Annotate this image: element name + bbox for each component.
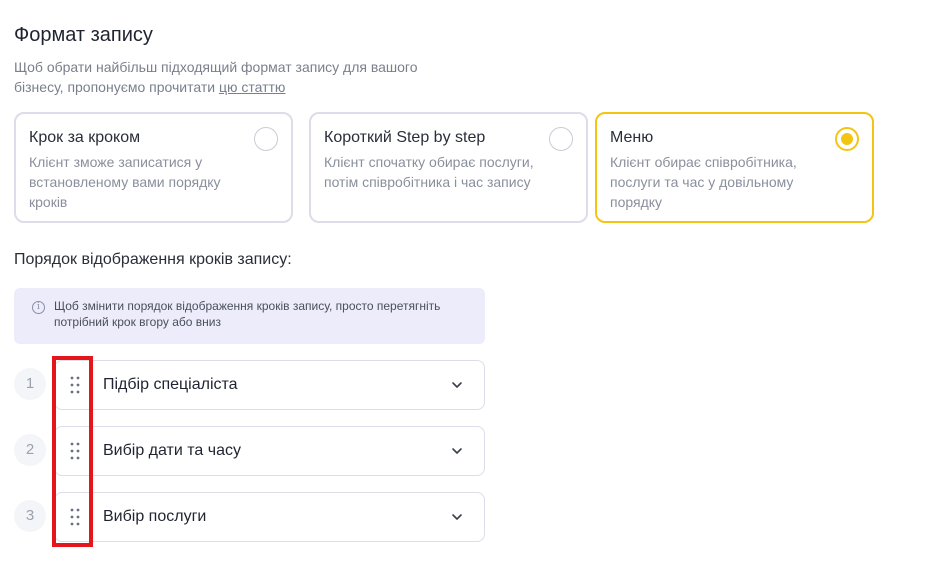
format-option-menu[interactable]: Меню Клієнт обирає співробітника, послуг…	[595, 112, 874, 223]
chevron-down-icon[interactable]	[450, 510, 464, 524]
option-description: Клієнт зможе записатися у встановленому …	[29, 154, 221, 210]
format-option-step-by-step[interactable]: Крок за кроком Клієнт зможе записатися у…	[14, 112, 293, 223]
option-radio-selected[interactable]	[835, 127, 859, 151]
subtitle-text: Щоб обрати найбільш підходящий формат за…	[14, 59, 418, 95]
chevron-down-icon[interactable]	[450, 378, 464, 392]
option-title: Меню	[610, 129, 654, 146]
option-description: Клієнт обирає співробітника, послуги та …	[610, 154, 797, 210]
option-radio[interactable]	[254, 127, 278, 151]
step-row-specialist[interactable]: Підбір спеціаліста	[54, 360, 485, 410]
step-label: Вибір послуги	[103, 508, 207, 525]
info-banner: i Щоб змінити порядок відображення крокі…	[14, 288, 485, 344]
option-description: Клієнт спочатку обирає послуги, потім сп…	[324, 154, 534, 190]
page-title: Формат запису	[14, 24, 153, 46]
format-option-short-step-by-step[interactable]: Короткий Step by step Клієнт спочатку об…	[309, 112, 588, 223]
format-subtitle: Щоб обрати найбільш підходящий формат за…	[14, 57, 454, 97]
step-number: 2	[14, 434, 46, 466]
steps-order-label: Порядок відображення кроків запису:	[14, 251, 292, 268]
option-title: Крок за кроком	[29, 129, 141, 146]
step-row-date-time[interactable]: Вибір дати та часу	[54, 426, 485, 476]
booking-format-page: Формат запису Щоб обрати найбільш підход…	[0, 0, 932, 569]
step-row-service[interactable]: Вибір послуги	[54, 492, 485, 542]
info-text: Щоб змінити порядок відображення кроків …	[54, 299, 441, 329]
option-radio[interactable]	[549, 127, 573, 151]
step-label: Вибір дати та часу	[103, 442, 241, 459]
article-link[interactable]: цю статтю	[219, 79, 285, 95]
step-label: Підбір спеціаліста	[103, 376, 238, 393]
option-title: Короткий Step by step	[324, 129, 486, 146]
info-icon: i	[32, 301, 45, 314]
step-number: 1	[14, 368, 46, 400]
step-number: 3	[14, 500, 46, 532]
chevron-down-icon[interactable]	[450, 444, 464, 458]
drag-handles-highlight	[52, 356, 93, 547]
